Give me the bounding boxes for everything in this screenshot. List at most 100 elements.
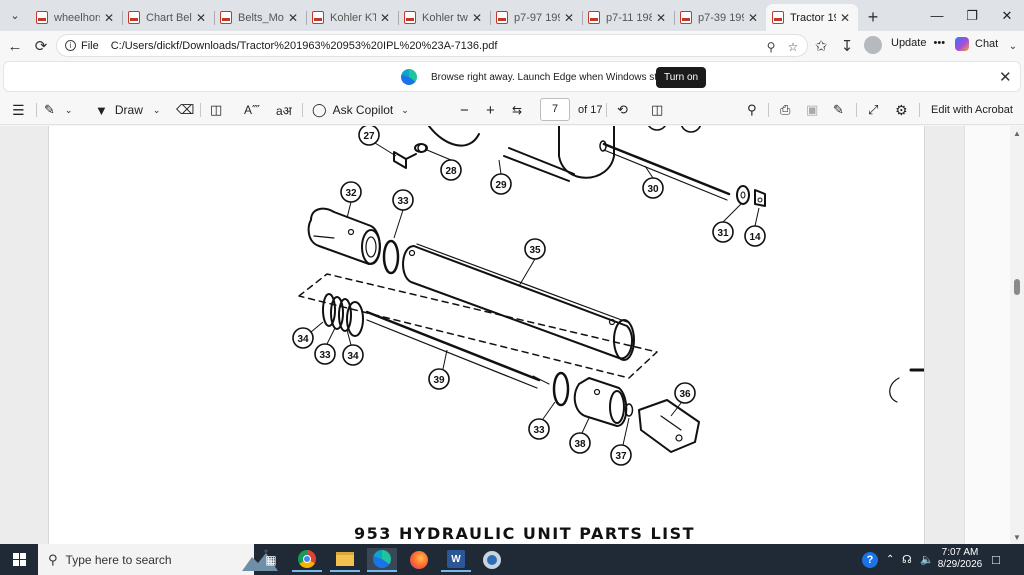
back-arrow-icon[interactable]: ← <box>4 35 26 57</box>
update-label: Update <box>891 37 927 49</box>
show-hidden-icons-chevron-icon[interactable]: ⌃ <box>886 544 894 575</box>
tab-tractor-1963[interactable]: Tractor 1963 ✕ <box>766 4 858 31</box>
turn-on-button[interactable]: Turn on <box>656 67 707 88</box>
minimize-icon[interactable]: — <box>920 0 954 31</box>
vertical-scrollbar[interactable]: ▲ ▼ <box>1010 126 1024 544</box>
save-icon[interactable]: ▣ <box>806 95 818 125</box>
close-icon[interactable]: ✕ <box>470 11 484 25</box>
page-heading: 953 HYDRAULIC UNIT PARTS LIST <box>354 524 696 543</box>
close-icon[interactable]: ✕ <box>838 11 852 25</box>
tab-kohler-twin[interactable]: Kohler twin ✕ <box>398 4 490 31</box>
system-clock[interactable]: 7:07 AM 8/29/2026 <box>936 547 984 571</box>
contents-list-icon[interactable]: ☰ <box>12 95 25 125</box>
edit-with-acrobat-button[interactable]: Edit with Acrobat <box>931 95 1013 125</box>
file-explorer-icon[interactable] <box>330 548 360 572</box>
pdf-viewport[interactable]: 27 28 29 30 31 14 32 33 35 34 33 34 39 3… <box>0 126 1024 544</box>
favorite-star-icon[interactable]: ☆ <box>783 35 803 58</box>
chrome-app-icon[interactable] <box>292 548 322 572</box>
close-icon[interactable]: ✕ <box>102 11 116 25</box>
tab-wheelhorse[interactable]: wheelhorse. ✕ <box>30 4 122 31</box>
translate-icon[interactable]: aअ <box>276 95 292 125</box>
tab-title: Chart Belts T <box>146 11 192 24</box>
divider <box>200 103 201 117</box>
tab-strip: ⌄ wheelhorse. ✕ Chart Belts T ✕ Belts_Mo… <box>0 0 1024 31</box>
page-view-icon[interactable]: ◫ <box>651 95 663 125</box>
print-icon[interactable]: ⎙ <box>780 95 790 125</box>
close-icon[interactable]: ✕ <box>654 11 668 25</box>
close-icon[interactable]: ✕ <box>999 68 1012 86</box>
edge-app-icon[interactable] <box>367 548 397 572</box>
more-icon: ••• <box>933 37 946 49</box>
tab-kohler-kt17[interactable]: Kohler KT17 ✕ <box>306 4 398 31</box>
restore-icon[interactable]: ❐ <box>955 0 989 31</box>
address-url[interactable]: C:/Users/dickf/Downloads/Tractor%201963%… <box>111 40 498 52</box>
taskbar-search-box[interactable]: ⚲ Type here to search <box>38 544 278 575</box>
profile-avatar[interactable] <box>864 36 882 54</box>
copilot-chat-button[interactable]: Chat <box>955 37 998 51</box>
volume-icon[interactable]: 🔈 <box>920 544 934 575</box>
close-icon[interactable]: ✕ <box>194 11 208 25</box>
downloads-icon[interactable]: ↧ <box>836 35 858 57</box>
chevron-down-icon: ⌄ <box>64 104 73 115</box>
edge-logo-icon <box>401 69 417 85</box>
info-icon[interactable]: i <box>65 40 76 51</box>
callout-label: 34 <box>297 334 309 345</box>
text-box-icon[interactable]: ◫ <box>210 95 222 125</box>
zoom-icon[interactable]: ⚲ <box>761 35 781 58</box>
firefox-app-icon[interactable] <box>404 548 434 572</box>
search-icon[interactable]: ⚲ <box>747 95 757 125</box>
tab-title: Tractor 1963 <box>790 11 836 24</box>
rotate-icon[interactable]: ⟲ <box>617 95 628 125</box>
scrollbar-thumb[interactable] <box>1014 279 1020 295</box>
read-aloud-icon[interactable]: A⁗ <box>244 95 260 125</box>
search-icon: ⚲ <box>48 551 58 567</box>
network-icon[interactable]: ☊ <box>902 544 912 575</box>
tab-title: wheelhorse. <box>54 11 100 24</box>
address-bar[interactable]: i File C:/Users/dickf/Downloads/Tractor%… <box>56 34 808 57</box>
zoom-in-button[interactable]: + <box>486 95 495 125</box>
tab-belts-mower[interactable]: Belts_Mowe ✕ <box>214 4 306 31</box>
task-view-icon[interactable]: ▦ <box>256 548 286 572</box>
ask-copilot-button[interactable]: ◯ Ask Copilot ⌄ <box>312 95 409 125</box>
pdf-file-icon <box>128 11 140 24</box>
refresh-icon[interactable]: ⟳ <box>30 35 52 57</box>
tab-chart-belts[interactable]: Chart Belts T ✕ <box>122 4 214 31</box>
divider <box>768 103 769 117</box>
tab-actions-menu-button[interactable]: ⌄ <box>0 0 30 31</box>
scroll-down-arrow-icon[interactable]: ▼ <box>1010 530 1024 544</box>
tab-p7-97[interactable]: p7-97 1991 ✕ <box>490 4 582 31</box>
fullscreen-icon[interactable]: ⤢ <box>868 95 878 125</box>
media-app-icon[interactable] <box>477 548 507 572</box>
save-as-icon[interactable]: ✎ <box>833 95 844 125</box>
gear-icon[interactable]: ⚙ <box>895 95 908 125</box>
startup-boost-infobar: Browse right away. Launch Edge when Wind… <box>3 61 1021 92</box>
highlight-tool-button[interactable]: ✎ ⌄ <box>44 95 72 125</box>
window-close-icon[interactable]: ✕ <box>990 0 1024 31</box>
fit-to-width-icon[interactable]: ⇆ <box>512 95 522 125</box>
word-app-icon[interactable]: W <box>441 548 471 572</box>
start-button[interactable] <box>0 544 38 575</box>
chevron-down-icon[interactable]: ⌄ <box>1002 35 1024 57</box>
close-icon[interactable]: ✕ <box>378 11 392 25</box>
close-icon[interactable]: ✕ <box>286 11 300 25</box>
scroll-up-arrow-icon[interactable]: ▲ <box>1010 126 1024 140</box>
favorites-icon[interactable]: ✩ <box>810 35 832 57</box>
help-icon[interactable]: ? <box>862 544 878 575</box>
highlighter-icon: ✎ <box>44 102 55 117</box>
zoom-out-button[interactable]: − <box>460 95 469 125</box>
eraser-icon[interactable]: ⌫ <box>176 95 194 125</box>
page-total: of 17 <box>578 104 603 116</box>
draw-tool-button[interactable]: ▼ Draw ⌄ <box>95 95 160 125</box>
page-number-input[interactable]: 7 <box>540 98 570 121</box>
callout-label: 21 <box>685 126 697 129</box>
new-tab-button[interactable]: + <box>858 4 888 31</box>
tab-p7-39[interactable]: p7-39 1990- ✕ <box>674 4 766 31</box>
divider <box>919 103 920 117</box>
update-button[interactable]: Update ••• <box>891 37 945 49</box>
tab-p7-11[interactable]: p7-11 1987- ✕ <box>582 4 674 31</box>
notifications-icon[interactable]: □ <box>992 544 1000 575</box>
taskbar-search-placeholder: Type here to search <box>65 552 172 567</box>
close-icon[interactable]: ✕ <box>746 11 760 25</box>
close-icon[interactable]: ✕ <box>562 11 576 25</box>
callout-label: 30 <box>647 184 659 195</box>
